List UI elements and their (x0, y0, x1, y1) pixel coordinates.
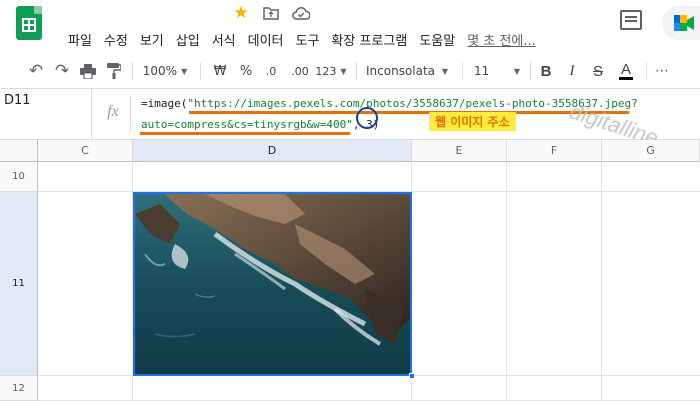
italic-button[interactable]: I (562, 56, 582, 86)
column-header-g[interactable]: G (602, 140, 700, 162)
row-header-12[interactable]: 12 (0, 376, 38, 401)
selection-fill-handle[interactable] (409, 373, 415, 379)
url-underline-1 (189, 111, 629, 114)
menu-view[interactable]: 보기 (134, 28, 170, 51)
row-header-10[interactable]: 10 (0, 162, 38, 192)
meet-icon (674, 15, 694, 31)
meet-button[interactable] (662, 6, 700, 40)
more-formats-label: 123 (315, 64, 337, 78)
increase-decimal-button[interactable]: .00 (288, 56, 312, 86)
menu-data[interactable]: 데이터 (242, 28, 290, 51)
menu-extensions[interactable]: 확장 프로그램 (325, 28, 413, 51)
text-color-icon: A (618, 60, 633, 80)
zoom-select[interactable]: 100% ▼ (140, 56, 190, 86)
comments-icon[interactable] (620, 10, 642, 30)
font-size-select[interactable]: 11 ▼ (470, 56, 524, 86)
paint-format-icon[interactable] (104, 56, 124, 86)
title-actions: ★ (232, 3, 310, 23)
sheets-logo-icon[interactable] (16, 6, 42, 40)
formula-prefix: =image( (141, 97, 188, 110)
zoom-value: 100% (142, 64, 178, 78)
mode-highlight-circle (356, 107, 378, 129)
strikethrough-button[interactable]: S (588, 56, 608, 86)
spreadsheet-grid: C D E F G 10 11 12 (0, 140, 700, 401)
menu-tools[interactable]: 도구 (290, 28, 326, 51)
menu-help[interactable]: 도움말 (413, 28, 461, 51)
chevron-down-icon: ▼ (340, 66, 347, 76)
coastal-rocks-image (135, 194, 410, 374)
menu-bar: 파일 수정 보기 삽입 서식 데이터 도구 확장 프로그램 도움말 몇 초 전에… (62, 28, 542, 51)
bold-button[interactable]: B (536, 56, 556, 86)
select-all-corner[interactable] (0, 140, 38, 162)
redo-icon[interactable]: ↷ (52, 56, 72, 86)
decrease-decimal-button[interactable]: .0 (260, 56, 282, 86)
cell-d11-image[interactable] (133, 192, 412, 376)
column-header-d[interactable]: D (133, 140, 412, 162)
chevron-down-icon: ▼ (181, 66, 188, 76)
formula-url-part-2: auto=compress&cs=tinysrgb&w=400" (141, 118, 353, 131)
chevron-down-icon: ▼ (513, 66, 520, 76)
fx-icon: fx (107, 103, 119, 120)
star-icon[interactable]: ★ (232, 3, 250, 23)
more-options-icon[interactable]: ⋯ (652, 56, 672, 86)
percent-button[interactable]: % (236, 56, 256, 86)
font-select[interactable]: Inconsolata ▼ (362, 56, 452, 86)
menu-insert[interactable]: 삽입 (170, 28, 206, 51)
text-color-button[interactable]: A (614, 56, 638, 86)
font-size-value: 11 (474, 64, 490, 78)
name-box[interactable]: D11 (0, 89, 92, 139)
menu-file[interactable]: 파일 (62, 28, 98, 51)
url-underline-2 (140, 132, 350, 135)
column-header-f[interactable]: F (507, 140, 602, 162)
more-formats-button[interactable]: 123 ▼ (315, 56, 347, 86)
cloud-saved-icon[interactable] (292, 4, 310, 22)
move-folder-icon[interactable] (262, 4, 280, 22)
last-edit-link[interactable]: 몇 초 전에... (461, 28, 542, 51)
menu-edit[interactable]: 수정 (98, 28, 134, 51)
column-header-c[interactable]: C (38, 140, 133, 162)
menu-format[interactable]: 서식 (206, 28, 242, 51)
row-header-11[interactable]: 11 (0, 192, 38, 376)
column-header-e[interactable]: E (412, 140, 507, 162)
chevron-down-icon: ▼ (441, 66, 448, 76)
font-name: Inconsolata (366, 64, 436, 78)
undo-icon[interactable]: ↶ (26, 56, 46, 86)
print-icon[interactable] (78, 56, 98, 86)
app-header: ★ 파일 수정 보기 삽입 서식 데이터 도구 확장 프로그램 도움말 몇 초 … (0, 0, 700, 56)
toolbar: ↶ ↷ 100% ▼ ₩ % .0 .00 123 ▼ Inconsolata ▼ 1… (0, 56, 700, 86)
currency-button[interactable]: ₩ (210, 56, 230, 86)
url-annotation-label: 웹 이미지 주소 (429, 112, 516, 131)
